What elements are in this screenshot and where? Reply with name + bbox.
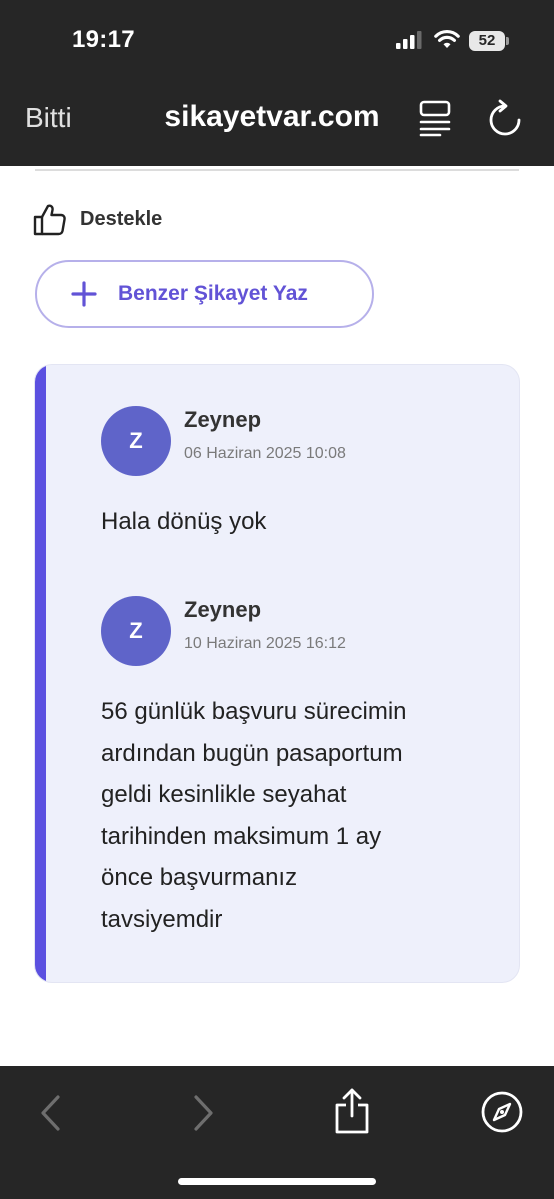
back-chevron-icon[interactable] [38, 1094, 64, 1132]
comment-text-line: ardından bugün pasaportum [101, 739, 403, 767]
comment-text-line: 56 günlük başvuru sürecimin [101, 698, 407, 725]
comment-text-line: tavsiyemdir [101, 905, 223, 933]
plus-icon [71, 281, 97, 307]
share-icon[interactable] [333, 1087, 371, 1135]
comment-thread: Z Zeynep 06 Haziran 2025 10:08 Hala dönü… [34, 364, 520, 983]
support-label: Destekle [80, 207, 163, 230]
avatar: Z [101, 596, 171, 666]
avatar: Z [101, 406, 171, 476]
thumbs-up-icon [33, 204, 66, 236]
similar-complaint-label: Benzer Şikayet Yaz [118, 282, 308, 305]
comment-timestamp: 10 Haziran 2025 16:12 [184, 635, 346, 652]
comment-text-line: önce başvurmanız [101, 864, 298, 891]
browser-toolbar: Bitti sikayetvar.com [0, 80, 554, 166]
comment-text: Hala dönüş yok [101, 508, 267, 535]
support-button[interactable]: Destekle [33, 201, 162, 237]
comment-author: Zeynep [184, 407, 262, 432]
section-divider [35, 169, 519, 171]
status-time: 19:17 [72, 26, 135, 53]
write-similar-complaint-button[interactable]: Benzer Şikayet Yaz [35, 260, 374, 328]
comment-text: 56 günlük başvuru sürecimin ardından bug… [101, 691, 407, 940]
forward-chevron-icon[interactable] [190, 1094, 216, 1132]
cellular-signal-icon [396, 31, 422, 49]
comment-text-line: tarihinden maksimum 1 ay [101, 822, 382, 850]
thread-accent-bar [35, 365, 46, 982]
done-button[interactable]: Bitti [25, 102, 72, 134]
reload-icon[interactable] [486, 98, 524, 138]
url-title[interactable]: sikayetvar.com [130, 100, 414, 134]
status-bar: 19:17 52 [0, 0, 554, 80]
comment-timestamp: 06 Haziran 2025 10:08 [184, 445, 346, 462]
battery-tip [506, 37, 509, 45]
reader-mode-icon[interactable] [418, 99, 452, 137]
battery-level: 52 [469, 31, 505, 51]
wifi-icon [434, 29, 460, 48]
battery-indicator: 52 [469, 31, 509, 51]
compass-icon[interactable] [480, 1090, 524, 1134]
home-indicator[interactable] [178, 1178, 376, 1185]
comment-author: Zeynep [184, 597, 262, 622]
comment-text-line: geldi kesinlikle seyahat [101, 781, 347, 808]
